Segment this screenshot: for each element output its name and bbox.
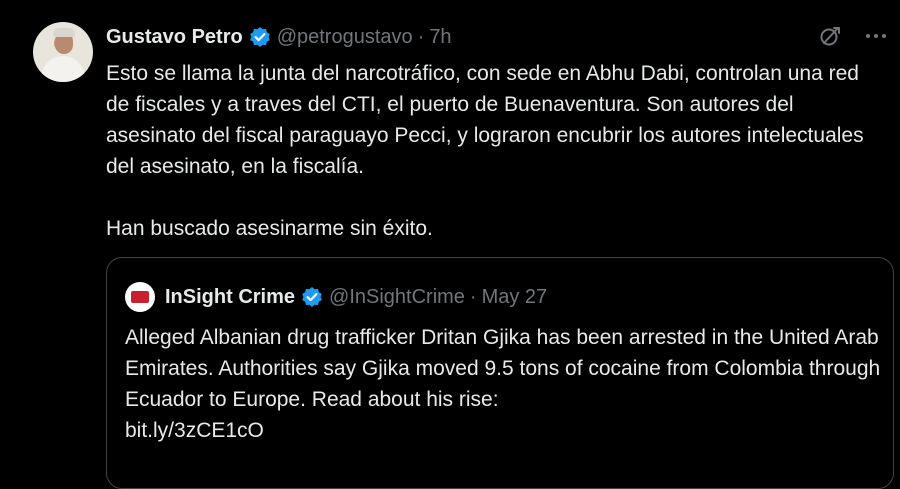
quoted-post-text: Alleged Albanian drug trafficker Dritan … [125,322,885,446]
quoted-post-header: InSight Crime @InSightCrime · May 27 [125,282,547,312]
author-handle[interactable]: @petrogustavo [277,26,413,49]
quoted-post-link[interactable]: bit.ly/3zCE1cO [125,415,885,446]
verified-badge-icon[interactable] [249,26,271,48]
avatar-shirt [41,56,85,82]
author-avatar[interactable] [33,22,93,82]
insight-crime-logo-icon [131,291,149,303]
post-timestamp[interactable]: 7h [429,26,451,49]
post[interactable]: Gustavo Petro @petrogustavo · 7h Esto se… [0,0,900,489]
meta-separator: · [469,285,477,308]
quoted-author-handle[interactable]: @InSightCrime [329,286,465,309]
author-name[interactable]: Gustavo Petro [106,26,243,49]
quoted-post-body: Alleged Albanian drug trafficker Dritan … [125,326,881,411]
post-actions [816,22,890,50]
avatar-hair [53,28,75,37]
post-paragraph: Esto se llama la junta del narcotráfico,… [106,62,864,178]
more-icon[interactable] [862,22,890,50]
grok-icon[interactable] [816,22,844,50]
meta-separator: · [417,25,425,48]
quoted-post[interactable]: InSight Crime @InSightCrime · May 27 All… [106,257,894,489]
verified-badge-icon[interactable] [301,286,323,308]
quoted-author-name[interactable]: InSight Crime [165,286,295,309]
quoted-author-avatar[interactable] [125,282,155,312]
post-text: Esto se llama la junta del narcotráfico,… [106,58,886,244]
quoted-post-timestamp[interactable]: May 27 [482,286,548,309]
post-header: Gustavo Petro @petrogustavo · 7h [106,24,452,50]
post-paragraph: Han buscado asesinarme sin éxito. [106,217,433,240]
